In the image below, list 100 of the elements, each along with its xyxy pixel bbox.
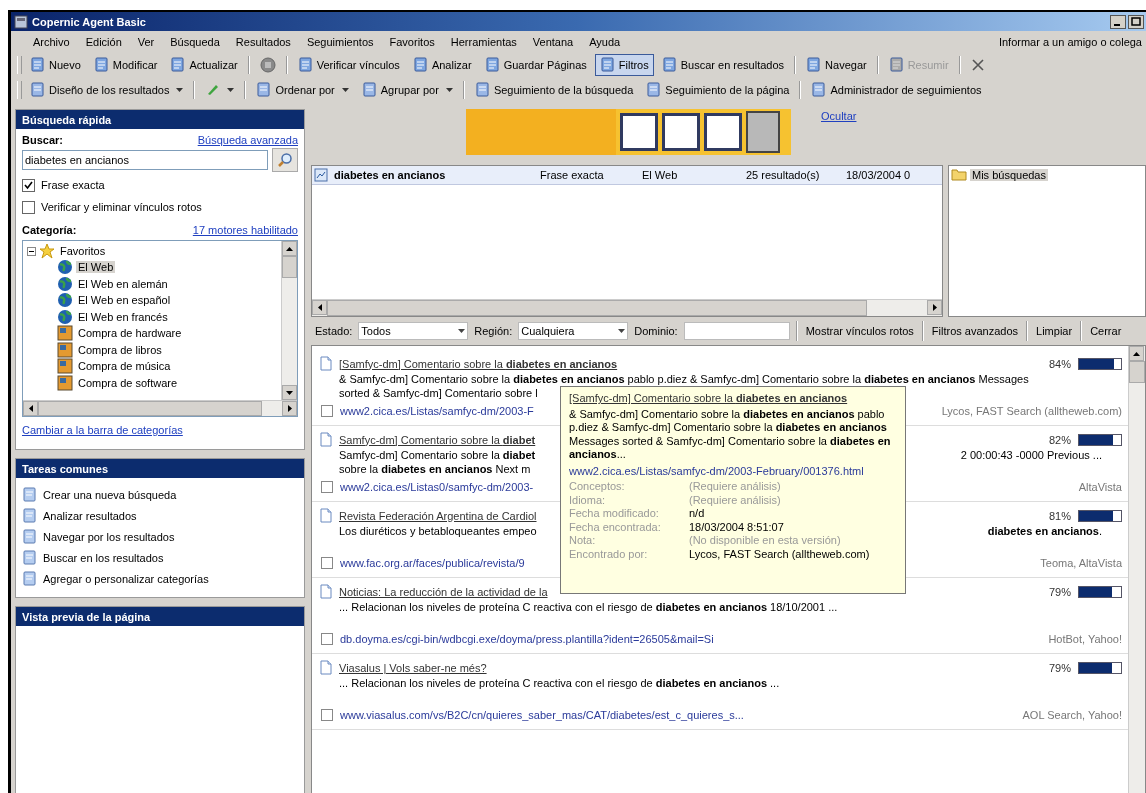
checkbox[interactable] <box>22 200 35 214</box>
url-link[interactable]: www.viasalus.com/vs/B2C/cn/quieres_saber_mas/CAT/diabetes/est_c_quieres_s... <box>340 708 744 721</box>
result-title-link[interactable]: Viasalus | Vols saber-ne més? <box>339 661 487 674</box>
toolbar-button[interactable]: Seguimiento de la búsqueda <box>469 78 639 101</box>
scroll-thumb[interactable] <box>282 256 297 278</box>
task-link[interactable]: Navegar por los resultados <box>43 530 175 543</box>
minimize-icon[interactable] <box>1110 14 1126 29</box>
menu-item[interactable]: Resultados <box>235 35 291 48</box>
menu-item[interactable]: Archivo <box>33 35 70 48</box>
task-link[interactable]: Agregar o personalizar categorías <box>43 572 209 585</box>
result-title-link[interactable]: Revista Federación Argentina de Cardiol <box>339 509 537 522</box>
scroll-down-icon[interactable] <box>286 390 293 395</box>
toolbar-button[interactable]: Buscar en resultados <box>656 53 790 76</box>
domain-field[interactable] <box>683 322 790 340</box>
engines-link[interactable]: 17 motores habilitado <box>192 224 298 236</box>
checkbox[interactable] <box>321 556 333 569</box>
toolbar-button[interactable]: Filtros <box>594 53 654 76</box>
toolbar-button[interactable]: Verificar vínculos <box>292 53 405 76</box>
collapse-icon[interactable] <box>27 246 36 256</box>
toolbar-button[interactable]: Modificar <box>88 53 163 76</box>
maximize-icon[interactable] <box>1128 14 1144 29</box>
toolbar-button[interactable]: Agrupar por <box>356 78 458 101</box>
scroll-thumb[interactable] <box>38 401 262 416</box>
tree-item[interactable]: Compra de software <box>76 376 180 389</box>
advanced-search-link[interactable]: Búsqueda avanzada <box>197 134 298 146</box>
scroll-up-icon[interactable] <box>1133 351 1140 356</box>
tree-item[interactable]: Compra de música <box>76 360 173 373</box>
filter-button[interactable]: Filtros avanzados <box>929 325 1021 337</box>
checkbox[interactable] <box>321 708 333 721</box>
score-text: 82% <box>1048 433 1071 446</box>
tree-item[interactable]: El Web en español <box>76 294 173 307</box>
toolbar-button[interactable]: Actualizar <box>165 53 243 76</box>
url-link[interactable]: db.doyma.es/cgi-bin/wdbcgi.exe/doyma/press.plantilla?ident=26505&mail=Si <box>340 632 714 645</box>
toolbar-button[interactable]: Seguimiento de la página <box>641 78 795 101</box>
tree-item[interactable]: El Web en alemán <box>76 277 170 290</box>
scrollbar[interactable] <box>1128 346 1145 793</box>
menu-item[interactable]: Ayuda <box>589 35 621 48</box>
scroll-left-icon[interactable] <box>28 405 33 412</box>
scroll-thumb[interactable] <box>327 300 867 316</box>
task-link[interactable]: Crear una nueva búsqueda <box>43 488 177 501</box>
result-title-link[interactable]: Samfyc-dm] Comentario sobre la diabet <box>339 433 536 446</box>
search-field[interactable]: diabetes en ancianos <box>22 150 268 170</box>
scroll-up-icon[interactable] <box>286 246 293 251</box>
panel-header[interactable]: Vista previa de la página <box>16 607 304 626</box>
scroll-right-icon[interactable] <box>932 304 937 311</box>
field-label: Fecha modificado: <box>569 507 660 521</box>
toolbar-button[interactable]: Administrador de seguimientos <box>806 78 987 101</box>
status-dropdown[interactable]: Todos <box>358 322 469 340</box>
region-dropdown[interactable]: Cualquiera <box>518 322 629 340</box>
toolbar-button[interactable]: Diseño de los resultados <box>25 78 189 101</box>
panel-header[interactable]: Búsqueda rápida <box>16 110 304 129</box>
menu-item[interactable]: Ventana <box>532 35 574 48</box>
toolbar-button[interactable]: Nuevo <box>25 53 86 76</box>
task-link[interactable]: Buscar en los resultados <box>43 551 164 564</box>
menu-item[interactable]: Ver <box>137 35 155 48</box>
panel-header[interactable]: Tareas comunes <box>16 459 304 478</box>
filter-button[interactable]: Limpiar <box>1034 325 1075 337</box>
document-icon <box>320 584 332 599</box>
tree-item[interactable]: Favoritos <box>58 245 108 257</box>
result-title-link[interactable]: Noticias: La reducción de la actividad de la <box>339 585 548 598</box>
checkbox[interactable] <box>22 178 35 192</box>
scroll-right-icon[interactable] <box>287 405 292 412</box>
search-row[interactable]: diabetes en ancianos Frase exacta El Web 25 resultado(s) 18/03/2004 0 <box>312 166 942 185</box>
folder-item[interactable]: Mis búsquedas <box>970 168 1048 181</box>
search-button[interactable] <box>272 148 298 172</box>
toolbar-button[interactable]: Ordenar por <box>251 78 354 101</box>
scrollbar[interactable] <box>281 241 297 400</box>
task-link[interactable]: Analizar resultados <box>43 509 137 522</box>
toolbar-button[interactable]: Guardar Páginas <box>479 53 592 76</box>
filter-button[interactable]: Mostrar vínculos rotos <box>803 325 916 337</box>
tree-item[interactable]: Compra de hardware <box>76 327 184 340</box>
menu-item[interactable]: Favoritos <box>389 35 435 48</box>
checkbox[interactable] <box>321 632 333 645</box>
tell-friend-link[interactable]: Informar a un amigo o colega <box>998 35 1146 48</box>
url-link[interactable]: www.fac.org.ar/faces/publica/revista/9 <box>340 556 525 569</box>
filter-button[interactable]: Cerrar <box>1088 325 1124 337</box>
tree-item[interactable]: Compra de libros <box>76 343 164 356</box>
menu-item[interactable]: Búsqueda <box>170 35 220 48</box>
result-title-link[interactable]: [Samfyc-dm] Comentario sobre la diabetes en ancianos <box>339 357 618 370</box>
scrollbar[interactable] <box>312 299 942 316</box>
menu-item[interactable]: Seguimientos <box>306 35 374 48</box>
snippet-text: sorted & Samfyc-dm] Comentario sobre l <box>339 386 538 400</box>
ad-banner-drawing[interactable] <box>466 109 791 155</box>
scroll-left-icon[interactable] <box>317 304 322 311</box>
switch-categories-link[interactable]: Cambiar a la barra de categorías <box>22 424 298 436</box>
toolbar-button[interactable]: Analizar <box>407 53 477 76</box>
menu-item[interactable]: Edición <box>85 35 122 48</box>
hide-ad-link[interactable]: Ocultar <box>821 110 857 122</box>
caret-icon <box>445 87 453 92</box>
url-link[interactable]: www2.cica.es/Listas/samfyc-dm/2003-F <box>340 404 534 417</box>
menu-item[interactable]: Herramientas <box>450 35 517 48</box>
scroll-thumb[interactable] <box>1129 361 1145 383</box>
checkbox[interactable] <box>321 404 333 417</box>
page-icon <box>170 57 186 72</box>
checkbox[interactable] <box>321 480 333 493</box>
tree-item[interactable]: El Web en francés <box>76 310 170 323</box>
scrollbar[interactable] <box>23 400 297 416</box>
url-link[interactable]: www2.cica.es/Listas0/samfyc-dm/2003- <box>340 480 534 493</box>
toolbar-button[interactable]: Navegar <box>801 53 872 76</box>
tree-item[interactable]: El Web <box>76 261 116 274</box>
